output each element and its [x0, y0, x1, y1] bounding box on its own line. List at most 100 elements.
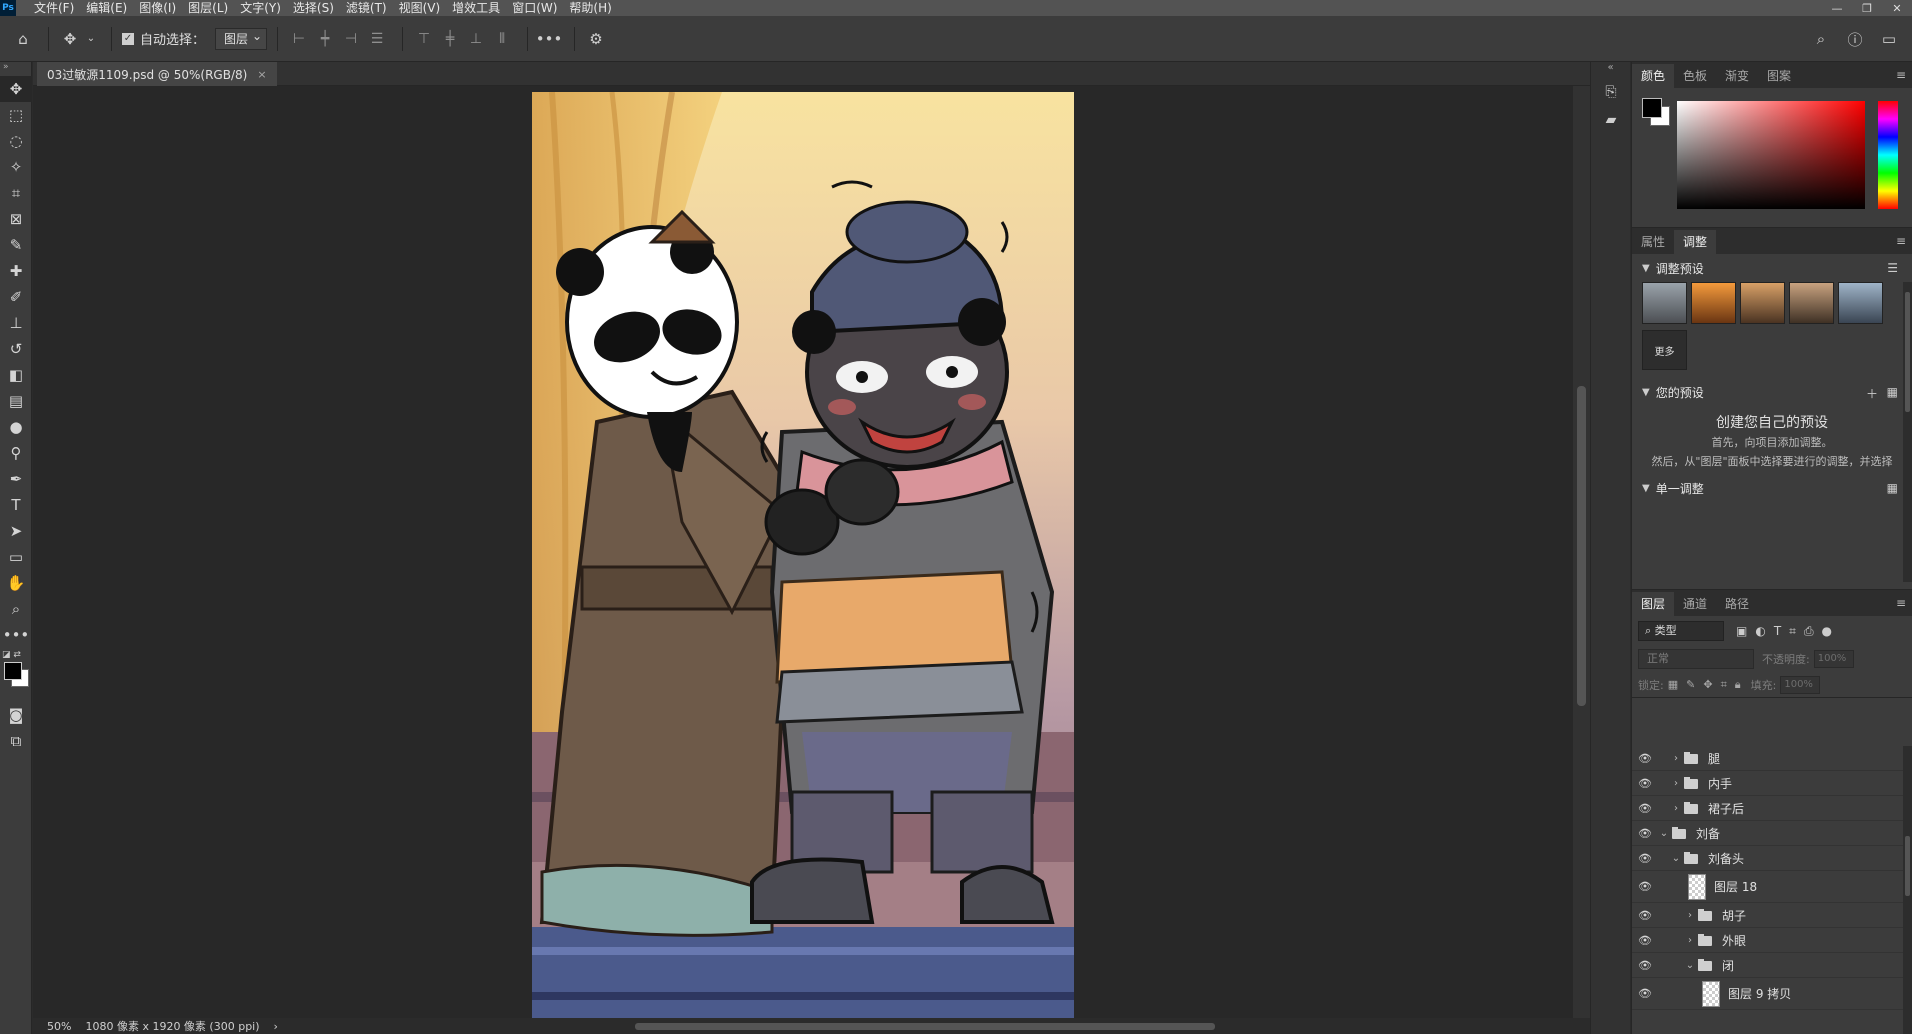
smart-object-filter-icon[interactable]: ⎙	[1804, 624, 1814, 639]
blur-tool[interactable]: ●	[0, 414, 32, 440]
menu-file[interactable]: 文件(F)	[28, 0, 80, 16]
canvas-horizontal-scrollbar[interactable]	[290, 1018, 1570, 1034]
layers-scrollbar[interactable]	[1903, 746, 1912, 1034]
clone-stamp-tool[interactable]: ⊥	[0, 310, 32, 336]
your-presets-header[interactable]: ▼ 您的预设 ＋ ▦	[1632, 378, 1912, 406]
visibility-eye-icon[interactable]: 👁︎	[1632, 959, 1658, 972]
move-tool[interactable]: ✥	[0, 76, 32, 102]
preset-thumbnail[interactable]	[1642, 282, 1687, 324]
more-presets-button[interactable]: 更多	[1642, 330, 1687, 370]
quick-mask-icon[interactable]: ◙	[0, 702, 32, 728]
layer-row[interactable]: 👁︎ › 胡子	[1632, 903, 1904, 928]
pen-tool[interactable]: ✒	[0, 466, 32, 492]
blend-mode-dropdown[interactable]: 正常	[1638, 649, 1754, 669]
menu-layer[interactable]: 图层(L)	[182, 0, 234, 16]
menu-view[interactable]: 视图(V)	[393, 0, 447, 16]
preset-thumbnail[interactable]	[1740, 282, 1785, 324]
lasso-tool[interactable]: ◌	[0, 128, 32, 154]
foreground-color-chip[interactable]	[1642, 98, 1662, 118]
healing-brush-tool[interactable]: ✚	[0, 258, 32, 284]
layer-row[interactable]: 👁︎ 图层 18	[1632, 871, 1904, 903]
lock-all-icon[interactable]: 🔒︎	[1735, 678, 1741, 692]
lock-pixels-icon[interactable]: ✎	[1686, 678, 1695, 691]
scroll-thumb[interactable]	[1905, 836, 1910, 896]
preset-thumbnail[interactable]	[1789, 282, 1834, 324]
preset-thumbnail[interactable]	[1691, 282, 1736, 324]
hand-tool[interactable]: ✋	[0, 570, 32, 596]
gear-icon[interactable]: ⚙	[585, 28, 607, 50]
chevron-down-icon[interactable]: ⌄	[1670, 853, 1682, 864]
restore-button[interactable]: ❐	[1852, 0, 1882, 16]
menu-filter[interactable]: 滤镜(T)	[340, 0, 393, 16]
scroll-thumb[interactable]	[1577, 386, 1586, 706]
layer-row[interactable]: 👁︎ › 内手	[1632, 771, 1904, 796]
scroll-thumb[interactable]	[1905, 292, 1910, 412]
visibility-eye-icon[interactable]: 👁︎	[1632, 777, 1658, 790]
layer-row[interactable]: 👁︎ 图层 9 拷贝	[1632, 978, 1904, 1010]
chevron-down-icon[interactable]: ⌄	[1658, 828, 1670, 839]
chevron-right-icon[interactable]: ›	[1670, 778, 1682, 789]
color-field[interactable]	[1677, 101, 1865, 209]
tab-color[interactable]: 颜色	[1632, 64, 1675, 88]
chevron-down-icon[interactable]: ⌄	[85, 28, 97, 50]
tab-adjustments[interactable]: 调整	[1674, 230, 1717, 254]
close-tab-icon[interactable]: ×	[257, 68, 266, 81]
tab-layers[interactable]: 图层	[1632, 592, 1675, 616]
layer-filter-dropdown[interactable]: ⌕ 类型	[1638, 621, 1724, 641]
frame-tool[interactable]: ⊠	[0, 206, 32, 232]
dock-collapse-icon[interactable]: «	[1591, 62, 1630, 78]
shape-filter-icon[interactable]: ⌗	[1789, 624, 1796, 639]
align-bottom-icon[interactable]: ⊥	[465, 28, 487, 50]
canvas-area[interactable]	[33, 86, 1573, 1018]
image-filter-icon[interactable]: ▣	[1736, 624, 1747, 639]
dodge-tool[interactable]: ⚲	[0, 440, 32, 466]
hue-slider[interactable]	[1878, 101, 1898, 209]
chevron-down-icon[interactable]: ⌄	[1684, 960, 1696, 971]
align-top-icon[interactable]: ⊤	[413, 28, 435, 50]
layer-row[interactable]: 👁︎ › 外眼	[1632, 928, 1904, 953]
layer-row[interactable]: 👁︎ › 裙子后	[1632, 796, 1904, 821]
path-selection-tool[interactable]: ➤	[0, 518, 32, 544]
visibility-eye-icon[interactable]: 👁︎	[1632, 909, 1658, 922]
visibility-eye-icon[interactable]: 👁︎	[1632, 934, 1658, 947]
panel-menu-icon[interactable]: ≡	[1896, 68, 1906, 82]
panel-menu-icon[interactable]: ≡	[1896, 234, 1906, 248]
visibility-eye-icon[interactable]: 👁︎	[1632, 827, 1658, 840]
menu-type[interactable]: 文字(Y)	[234, 0, 287, 16]
align-left-icon[interactable]: ⊢	[288, 28, 310, 50]
chevron-right-icon[interactable]: ›	[1670, 753, 1682, 764]
grid-view-icon[interactable]: ▦	[1887, 385, 1898, 399]
type-filter-icon[interactable]: T	[1774, 624, 1781, 639]
screen-mode-icon[interactable]: ⧉	[0, 728, 32, 754]
grid-view-icon[interactable]: ▦	[1887, 481, 1898, 495]
adjustment-filter-icon[interactable]: ◐	[1755, 624, 1765, 639]
distribute-v-icon[interactable]: ⦀	[491, 28, 513, 50]
tab-swatches[interactable]: 色板	[1674, 64, 1716, 88]
rectangle-tool[interactable]: ▭	[0, 544, 32, 570]
auto-select-target-dropdown[interactable]: 图层	[215, 26, 268, 50]
chevron-right-icon[interactable]: ›	[1670, 803, 1682, 814]
distribute-h-icon[interactable]: ☰	[366, 28, 388, 50]
lock-transparent-icon[interactable]: ▦	[1668, 678, 1678, 691]
adjust-presets-header[interactable]: ▼ 调整预设 ☰	[1632, 254, 1912, 282]
layer-row[interactable]: 👁︎ ⌄ 闭	[1632, 953, 1904, 978]
layer-row[interactable]: 👁︎ ⌄ 刘备	[1632, 821, 1904, 846]
menu-window[interactable]: 窗口(W)	[506, 0, 563, 16]
visibility-eye-icon[interactable]: 👁︎	[1632, 802, 1658, 815]
zoom-level[interactable]: 50%	[47, 1020, 71, 1033]
zoom-tool[interactable]: ⌕	[0, 596, 32, 622]
gradient-tool[interactable]: ▤	[0, 388, 32, 414]
history-panel-icon[interactable]: ⎘	[1591, 78, 1631, 106]
artwork-canvas[interactable]	[532, 92, 1074, 1018]
layer-row[interactable]: 👁︎ › 腿	[1632, 746, 1904, 771]
visibility-eye-icon[interactable]: 👁︎	[1632, 852, 1658, 865]
canvas-vertical-scrollbar[interactable]	[1573, 86, 1590, 1018]
lock-artboard-icon[interactable]: ⌗	[1721, 678, 1727, 692]
marquee-tool[interactable]: ⬚	[0, 102, 32, 128]
history-brush-tool[interactable]: ↺	[0, 336, 32, 362]
minimize-button[interactable]: —	[1822, 0, 1852, 16]
auto-select-checkbox[interactable]: ✓	[122, 32, 134, 45]
search-icon[interactable]: ⌕	[1810, 28, 1832, 50]
default-colors-icon[interactable]: ◪ ⇄	[2, 650, 21, 660]
tab-paths[interactable]: 路径	[1716, 592, 1758, 616]
